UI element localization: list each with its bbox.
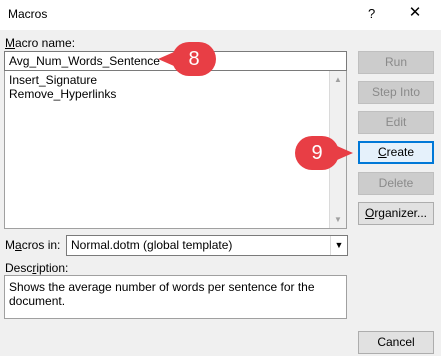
list-item[interactable]: Remove_Hyperlinks (9, 87, 116, 101)
description-label: Description: (5, 261, 69, 275)
cancel-button[interactable]: Cancel (358, 331, 434, 354)
scroll-down-icon[interactable]: ▼ (330, 211, 346, 228)
edit-button[interactable]: Edit (358, 111, 434, 134)
macros-in-select[interactable]: Normal.dotm (global template) ▼ (66, 235, 348, 256)
description-field[interactable]: Shows the average number of words per se… (4, 275, 347, 319)
scroll-up-icon[interactable]: ▲ (330, 71, 346, 88)
list-item[interactable]: Insert_Signature (9, 73, 97, 87)
create-button[interactable]: Create (358, 141, 434, 164)
close-icon[interactable]: ✕ (405, 3, 425, 21)
step-callout-9: 9 (295, 136, 353, 170)
delete-button[interactable]: Delete (358, 172, 434, 195)
macro-name-label: Macro name: (5, 36, 76, 50)
step-into-button[interactable]: Step Into (358, 81, 434, 104)
window-title: Macros (8, 7, 48, 21)
help-icon[interactable]: ? (368, 6, 375, 21)
organizer-button[interactable]: Organizer... (358, 202, 434, 225)
title-bar: Macros ? ✕ (0, 0, 441, 30)
chevron-down-icon[interactable]: ▼ (330, 236, 347, 255)
step-callout-8: 8 (158, 42, 216, 76)
macros-in-label: Macros in: (5, 238, 61, 252)
run-button[interactable]: Run (358, 51, 434, 74)
macros-in-value: Normal.dotm (global template) (71, 238, 233, 252)
